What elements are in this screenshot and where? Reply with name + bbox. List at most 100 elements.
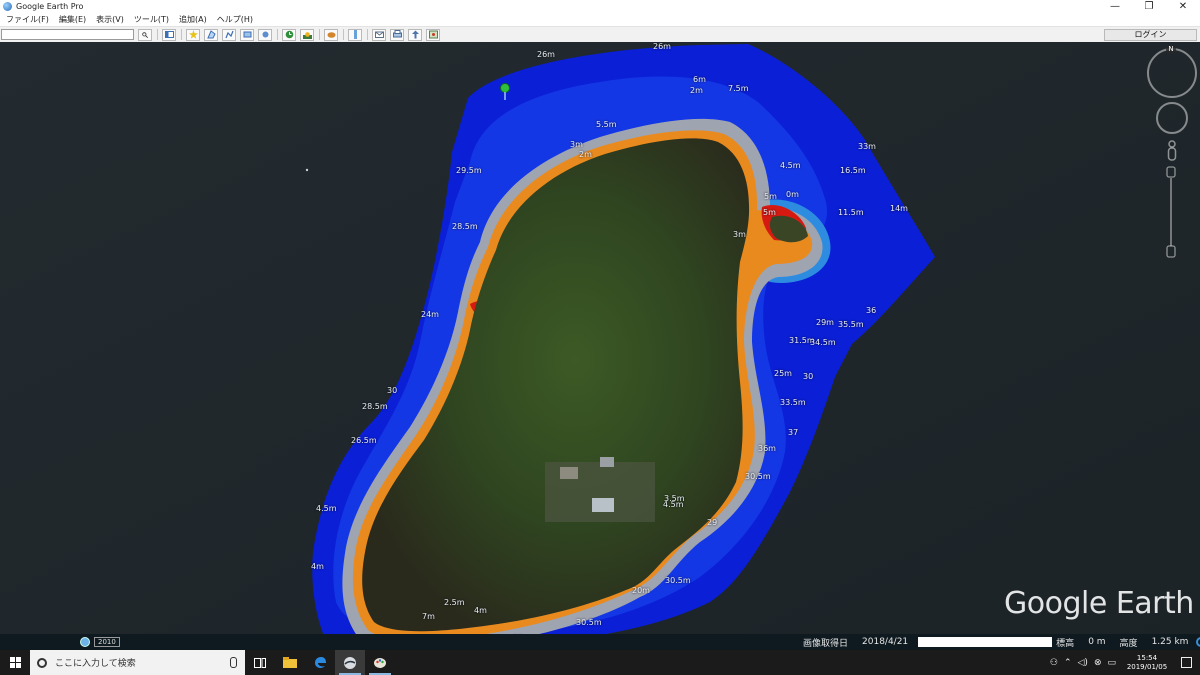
toolbar-separator — [181, 29, 182, 40]
ruler-button[interactable] — [348, 28, 362, 41]
depth-label: 5m — [764, 192, 777, 201]
menu-view[interactable]: 表示(V) — [91, 14, 129, 25]
menu-file[interactable]: ファイル(F) — [0, 14, 54, 25]
depth-label: 30.5m — [576, 618, 602, 627]
save-image-button[interactable] — [408, 28, 422, 41]
depth-label: 11.5m — [838, 208, 864, 217]
windows-taskbar: ここに入力して検索 ⚇ ⌃ ◁) ⊗ ▭ 15:54 2019/01/05 — [0, 650, 1200, 675]
paint-icon — [374, 658, 386, 668]
menu-edit[interactable]: 編集(E) — [54, 14, 91, 25]
depth-label: 24m — [421, 310, 439, 319]
depth-label: 29m — [816, 318, 834, 327]
network-icon[interactable]: ⊗ — [1094, 658, 1102, 668]
sidebar-icon — [164, 31, 174, 38]
edge-icon — [314, 657, 326, 668]
depth-label: 0m — [786, 190, 799, 199]
add-image-overlay-button[interactable] — [240, 28, 254, 41]
show-hidden-icons-icon[interactable]: ⌃ — [1064, 658, 1072, 668]
taskbar-search-placeholder: ここに入力して検索 — [55, 659, 136, 669]
depth-label: 7.5m — [728, 84, 749, 93]
task-view-icon — [254, 657, 266, 668]
email-icon — [374, 31, 384, 38]
toolbar-separator — [319, 29, 320, 40]
search-button[interactable] — [138, 28, 152, 41]
email-button[interactable] — [372, 28, 386, 41]
elevation-value: 0 m — [1088, 637, 1106, 647]
depth-label: 7m — [422, 612, 435, 621]
volume-icon[interactable]: ◁) — [1078, 658, 1088, 668]
depth-label: 4.5m — [780, 161, 801, 170]
add-placemark-button[interactable] — [186, 28, 200, 41]
status-bar: 2010 画像取得日 2018/4/21 標高 0 m 高度 1.25 km — [0, 634, 1200, 650]
search-input[interactable] — [1, 29, 134, 40]
menu-help[interactable]: ヘルプ(H) — [212, 14, 258, 25]
polygon-icon — [206, 30, 216, 39]
streaming-globe-icon — [1196, 637, 1200, 647]
depth-label: 36m — [758, 444, 776, 453]
depth-label: 29 — [707, 518, 718, 527]
depth-label: 5.5m — [596, 120, 617, 129]
switch-planet-button[interactable] — [324, 28, 338, 41]
menu-add[interactable]: 追加(A) — [174, 14, 212, 25]
depth-label: 2.5m — [444, 598, 465, 607]
clock-icon — [80, 637, 90, 647]
sidebar-toggle-button[interactable] — [162, 28, 176, 41]
depth-label: 30.5m — [745, 472, 771, 481]
system-tray: ⚇ ⌃ ◁) ⊗ ▭ 15:54 2019/01/05 — [1047, 650, 1200, 675]
google-earth-app-icon — [3, 2, 12, 11]
paint-button[interactable] — [365, 650, 395, 675]
toolbar-separator — [157, 29, 158, 40]
close-button[interactable]: ✕ — [1166, 0, 1200, 13]
minimize-button[interactable]: — — [1098, 0, 1132, 13]
windows-logo-icon — [9, 657, 21, 668]
add-path-button[interactable] — [222, 28, 236, 41]
look-joystick[interactable] — [1156, 102, 1188, 134]
depth-label: 3m — [570, 140, 583, 149]
google-earth-icon — [344, 656, 356, 669]
street-view-pegman-icon[interactable] — [1166, 140, 1178, 162]
compass-ring[interactable] — [1147, 48, 1197, 98]
microphone-icon[interactable] — [230, 657, 237, 668]
view-in-google-maps-button[interactable] — [426, 28, 440, 41]
depth-label: 28.5m — [452, 222, 478, 231]
window-controls: — ❐ ✕ — [1098, 0, 1200, 13]
maximize-button[interactable]: ❐ — [1132, 0, 1166, 13]
sunlight-button[interactable] — [300, 28, 314, 41]
record-tour-button[interactable] — [258, 28, 272, 41]
google-earth-taskbar-button[interactable] — [335, 650, 365, 675]
historical-imagery-icon — [285, 30, 293, 39]
eye-altitude-value: 1.25 km — [1151, 637, 1189, 647]
earth-3d-view[interactable]: 26m 26m 6m 7.5m 2m 5.5m 3m 2m 33m 16.5m … — [0, 42, 1200, 650]
add-polygon-button[interactable] — [204, 28, 218, 41]
historical-imagery-button[interactable] — [282, 28, 296, 41]
depth-label: 37 — [788, 428, 799, 437]
keyboard-icon[interactable]: ▭ — [1107, 658, 1116, 668]
edge-button[interactable] — [305, 650, 335, 675]
satellite-imagery[interactable] — [0, 42, 1200, 650]
people-icon[interactable]: ⚇ — [1050, 658, 1058, 668]
zoom-slider[interactable] — [1166, 166, 1176, 260]
tray-clock[interactable]: 15:54 2019/01/05 — [1125, 654, 1169, 672]
depth-label: 25m — [774, 369, 792, 378]
file-explorer-button[interactable] — [275, 650, 305, 675]
depth-label: 33.5m — [780, 398, 806, 407]
menu-tools[interactable]: ツール(T) — [129, 14, 174, 25]
view-in-maps-icon — [428, 30, 438, 39]
taskbar-search-box[interactable]: ここに入力して検索 — [30, 650, 245, 675]
login-button[interactable]: ログイン — [1104, 28, 1197, 41]
planets-icon — [327, 32, 335, 38]
imagery-date-label: 画像取得日 — [803, 638, 849, 649]
north-indicator[interactable]: N — [1166, 45, 1176, 54]
scale-legend — [918, 637, 1053, 647]
print-button[interactable] — [390, 28, 404, 41]
task-view-button[interactable] — [245, 650, 275, 675]
menu-bar: ファイル(F) 編集(E) 表示(V) ツール(T) 追加(A) ヘルプ(H) — [0, 13, 1200, 27]
depth-label: 33m — [858, 142, 876, 151]
action-center-icon[interactable] — [1181, 657, 1192, 668]
depth-label: 28.5m — [362, 402, 388, 411]
toolbar-separator — [277, 29, 278, 40]
start-button[interactable] — [0, 650, 30, 675]
elevation-label: 標高 — [1056, 638, 1075, 649]
historical-imagery-year[interactable]: 2010 — [80, 637, 120, 647]
depth-label: 26m — [537, 50, 555, 59]
